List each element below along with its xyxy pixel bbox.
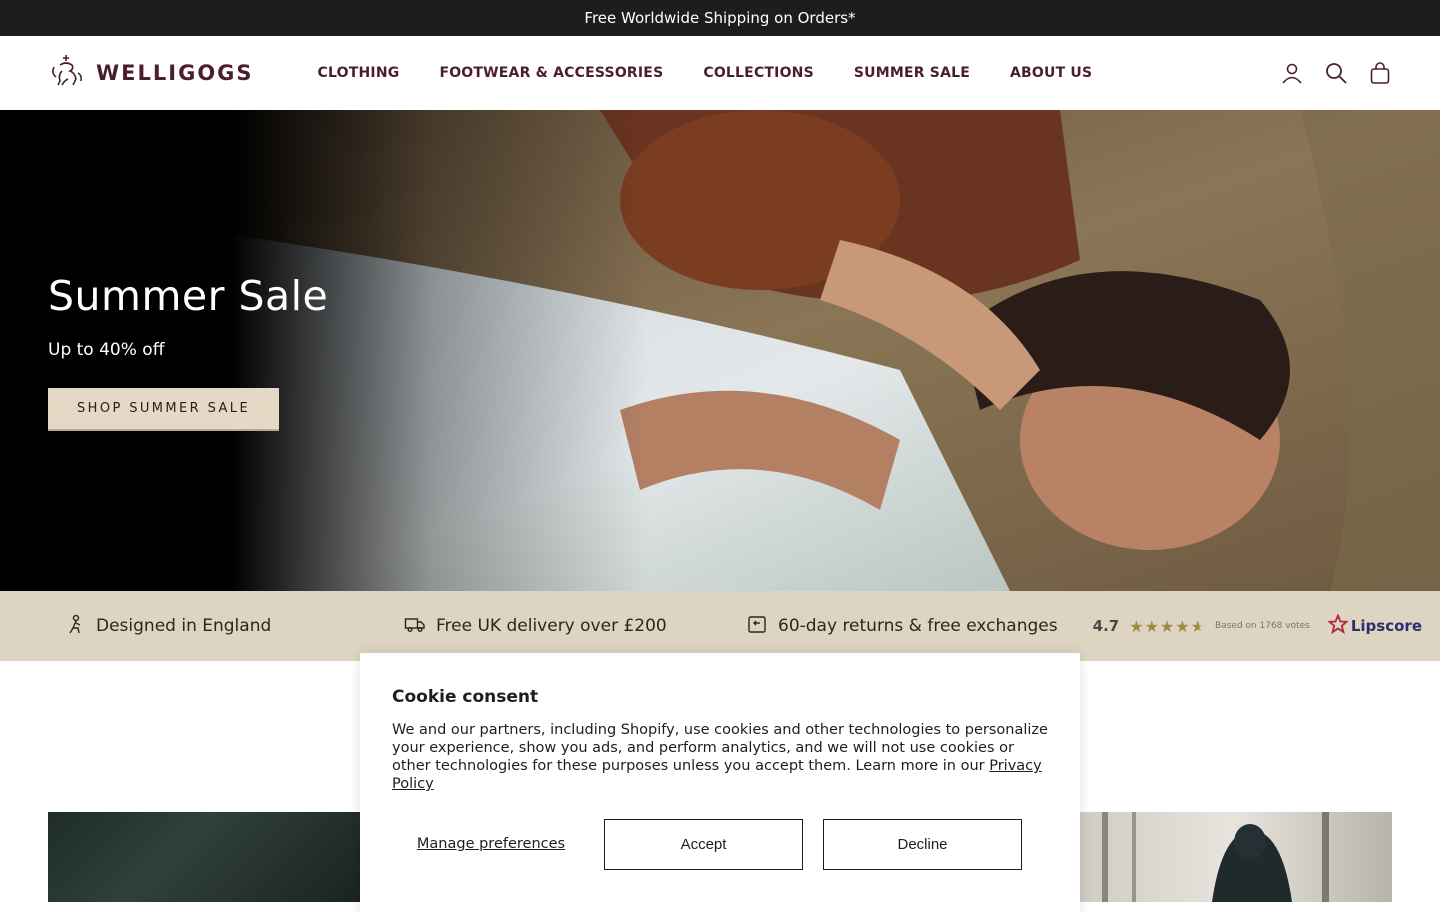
rating-score: 4.7 (1092, 617, 1120, 635)
accept-button[interactable]: Accept (604, 819, 803, 870)
star-icon: ★ (1144, 616, 1159, 636)
bag-icon[interactable] (1368, 61, 1392, 85)
cookie-actions: Manage preferences Accept Decline (392, 819, 1048, 870)
brand-name: WELLIGOGS (96, 61, 254, 85)
lion-crest-icon (48, 53, 86, 93)
lipscore-name: Lipscore (1350, 617, 1422, 635)
nav-summer-sale[interactable]: SUMMER SALE (854, 65, 970, 81)
usp-label: Free UK delivery over £200 (436, 616, 667, 636)
hero-title: Summer Sale (48, 272, 329, 320)
hero-content: Summer Sale Up to 40% off SHOP SUMMER SA… (48, 272, 328, 431)
lipscore-rating[interactable]: 4.7 ★ ★ ★ ★ ★ Based on 1768 votes Lipsco… (1092, 613, 1422, 638)
decline-button[interactable]: Decline (823, 819, 1022, 870)
return-icon (746, 613, 768, 640)
cookie-title: Cookie consent (392, 687, 539, 707)
nav-clothing[interactable]: CLOTHING (318, 65, 400, 81)
truck-icon (404, 613, 426, 640)
shop-summer-sale-button[interactable]: SHOP SUMMER SALE (48, 388, 280, 431)
manage-preferences-link[interactable]: Manage preferences (392, 836, 590, 853)
header-actions (1280, 61, 1392, 85)
announcement-bar: Free Worldwide Shipping on Orders* (0, 0, 1440, 36)
star-icon: ★ (1129, 616, 1144, 636)
lipscore-star-icon (1327, 613, 1349, 638)
usp-label: Designed in England (96, 616, 272, 636)
cookie-text: We and our partners, including Shopify, … (392, 721, 1048, 793)
figure-icon (64, 613, 86, 640)
usp-delivery: Free UK delivery over £200 (404, 613, 746, 640)
usp-label: 60-day returns & free exchanges (778, 616, 1058, 636)
star-icon: ★ (1175, 616, 1190, 636)
star-icon: ★ (1159, 616, 1175, 636)
cookie-body: We and our partners, including Shopify, … (392, 722, 1048, 774)
nav-footwear-accessories[interactable]: FOOTWEAR & ACCESSORIES (439, 65, 663, 81)
hero-banner: Summer Sale Up to 40% off SHOP SUMMER SA… (0, 110, 1440, 591)
main-nav: CLOTHING FOOTWEAR & ACCESSORIES COLLECTI… (318, 65, 1093, 81)
hero-subtitle: Up to 40% off (48, 340, 165, 360)
nav-collections[interactable]: COLLECTIONS (703, 65, 814, 81)
usp-designed: Designed in England (64, 613, 404, 640)
nav-about-us[interactable]: ABOUT US (1010, 65, 1092, 81)
brand-logo[interactable]: WELLIGOGS (48, 53, 254, 93)
announcement-text: Free Worldwide Shipping on Orders* (584, 9, 856, 27)
usp-returns: 60-day returns & free exchanges (746, 613, 1058, 640)
site-header: WELLIGOGS CLOTHING FOOTWEAR & ACCESSORIE… (0, 36, 1440, 110)
usp-bar: Designed in England Free UK delivery ove… (0, 591, 1440, 661)
account-icon[interactable] (1280, 61, 1304, 85)
search-icon[interactable] (1324, 61, 1348, 85)
cookie-consent-dialog: Cookie consent We and our partners, incl… (360, 653, 1080, 913)
rating-stars: ★ ★ ★ ★ ★ (1129, 617, 1205, 636)
collection-image-right[interactable] (1072, 812, 1392, 902)
forest-figure-image (1102, 812, 1329, 902)
half-star-icon: ★ (1190, 616, 1205, 636)
rating-votes: Based on 1768 votes (1214, 621, 1310, 631)
lipscore-logo: Lipscore (1327, 613, 1422, 638)
collection-image-left[interactable] (48, 812, 368, 902)
